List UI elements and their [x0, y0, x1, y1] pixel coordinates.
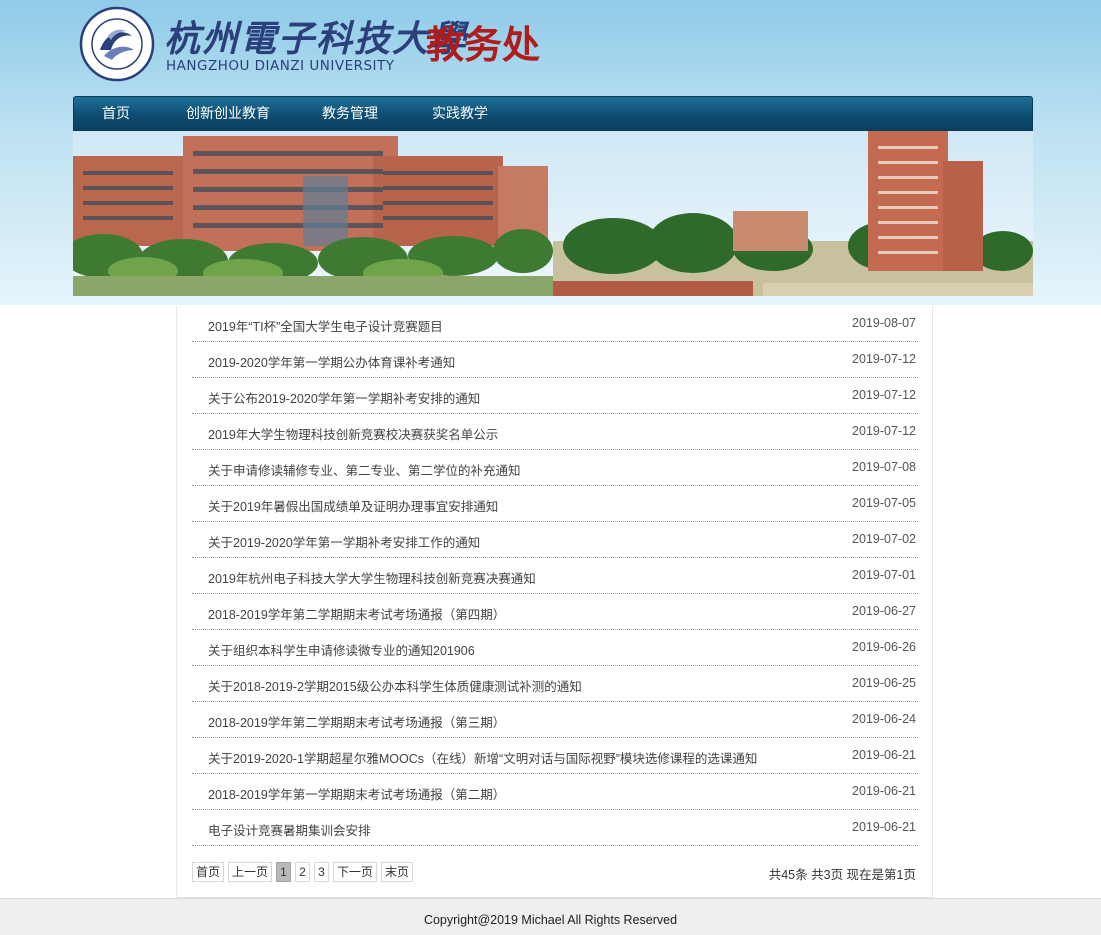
- news-title-link[interactable]: 关于2019年暑假出国成绩单及证明办理事宜安排通知: [208, 496, 498, 515]
- news-title-link[interactable]: 关于2019-2020学年第一学期补考安排工作的通知: [208, 532, 480, 551]
- list-item: 关于申请修读辅修专业、第二专业、第二学位的补充通知 2019-07-08: [192, 450, 918, 486]
- news-title-link[interactable]: 关于2018-2019-2学期2015级公办本科学生体质健康测试补测的通知: [208, 676, 582, 695]
- news-date: 2019-06-24: [852, 712, 916, 726]
- first-page-button[interactable]: 首页: [192, 862, 224, 882]
- main-nav: 首页 创新创业教育 教务管理 实践教学: [73, 96, 1033, 131]
- list-item: 2018-2019学年第二学期期末考试考场通报（第四期） 2019-06-27: [192, 594, 918, 630]
- list-item: 关于公布2019-2020学年第一学期补考安排的通知 2019-07-12: [192, 378, 918, 414]
- list-item: 2019年“TI杯”全国大学生电子设计竞赛题目 2019-08-07: [192, 306, 918, 342]
- list-item: 关于2019-2020学年第一学期补考安排工作的通知 2019-07-02: [192, 522, 918, 558]
- news-title-link[interactable]: 2018-2019学年第一学期期末考试考场通报（第二期）: [208, 784, 505, 803]
- nav-item-home[interactable]: 首页: [102, 97, 130, 130]
- nav-item-innovation[interactable]: 创新创业教育: [186, 97, 270, 130]
- news-date: 2019-06-26: [852, 640, 916, 654]
- university-logo[interactable]: 杭州電子科技大學 HANGZHOU DIANZI UNIVERSITY 教务处: [78, 6, 558, 82]
- news-title-link[interactable]: 关于2019-2020-1学期超星尔雅MOOCs（在线）新增“文明对话与国际视野…: [208, 748, 757, 767]
- campus-banner-image: [73, 131, 1033, 296]
- list-item: 电子设计竞赛暑期集训会安排 2019-06-21: [192, 810, 918, 846]
- news-date: 2019-07-12: [852, 424, 916, 438]
- news-title-link[interactable]: 2019年杭州电子科技大学大学生物理科技创新竞赛决赛通知: [208, 568, 536, 587]
- news-date: 2019-06-21: [852, 784, 916, 798]
- news-date: 2019-06-21: [852, 748, 916, 762]
- news-title-link[interactable]: 2019年“TI杯”全国大学生电子设计竞赛题目: [208, 316, 443, 335]
- news-title-link[interactable]: 2018-2019学年第二学期期末考试考场通报（第三期）: [208, 712, 505, 731]
- nav-item-practice[interactable]: 实践教学: [432, 97, 488, 130]
- news-title-link[interactable]: 2019-2020学年第一学期公办体育课补考通知: [208, 352, 455, 371]
- list-item: 2018-2019学年第一学期期末考试考场通报（第二期） 2019-06-21: [192, 774, 918, 810]
- news-date: 2019-07-12: [852, 388, 916, 402]
- page-button-1[interactable]: 1: [276, 862, 291, 882]
- pagination: 首页 上一页 1 2 3 下一页 末页 共45条 共3页 现在是第1页: [192, 861, 918, 883]
- page-button-2[interactable]: 2: [295, 862, 310, 882]
- list-item: 关于2018-2019-2学期2015级公办本科学生体质健康测试补测的通知 20…: [192, 666, 918, 702]
- page-button-3[interactable]: 3: [314, 862, 329, 882]
- list-item: 关于2019年暑假出国成绩单及证明办理事宜安排通知 2019-07-05: [192, 486, 918, 522]
- footer: Copyright@2019 Michael All Rights Reserv…: [0, 898, 1101, 935]
- news-date: 2019-07-01: [852, 568, 916, 582]
- university-seal-icon: [78, 6, 156, 82]
- prev-page-button[interactable]: 上一页: [228, 862, 272, 882]
- list-item: 关于2019-2020-1学期超星尔雅MOOCs（在线）新增“文明对话与国际视野…: [192, 738, 918, 774]
- news-date: 2019-06-21: [852, 820, 916, 834]
- news-date: 2019-07-08: [852, 460, 916, 474]
- news-title-link[interactable]: 2018-2019学年第二学期期末考试考场通报（第四期）: [208, 604, 505, 623]
- news-title-link[interactable]: 2019年大学生物理科技创新竞赛校决赛获奖名单公示: [208, 424, 498, 443]
- news-title-link[interactable]: 关于公布2019-2020学年第一学期补考安排的通知: [208, 388, 480, 407]
- department-title: 教务处: [426, 22, 541, 67]
- list-item: 2019年大学生物理科技创新竞赛校决赛获奖名单公示 2019-07-12: [192, 414, 918, 450]
- news-title-link[interactable]: 关于组织本科学生申请修读微专业的通知201906: [208, 640, 475, 659]
- list-item: 关于组织本科学生申请修读微专业的通知201906 2019-06-26: [192, 630, 918, 666]
- last-page-button[interactable]: 末页: [381, 862, 413, 882]
- news-date: 2019-07-12: [852, 352, 916, 366]
- university-name-en: HANGZHOU DIANZI UNIVERSITY: [166, 58, 395, 74]
- news-title-link[interactable]: 电子设计竞赛暑期集训会安排: [208, 820, 371, 839]
- university-name-cn: 杭州電子科技大學: [164, 18, 469, 60]
- news-date: 2019-06-27: [852, 604, 916, 618]
- news-date: 2019-07-02: [852, 532, 916, 546]
- news-list-panel: 2019年“TI杯”全国大学生电子设计竞赛题目 2019-08-07 2019-…: [176, 306, 933, 898]
- news-date: 2019-06-25: [852, 676, 916, 690]
- news-date: 2019-07-05: [852, 496, 916, 510]
- news-title-link[interactable]: 关于申请修读辅修专业、第二专业、第二学位的补充通知: [208, 460, 521, 479]
- copyright-text: Copyright@2019 Michael All Rights Reserv…: [423, 913, 678, 927]
- next-page-button[interactable]: 下一页: [333, 862, 377, 882]
- list-item: 2019-2020学年第一学期公办体育课补考通知 2019-07-12: [192, 342, 918, 378]
- nav-item-academic-affairs[interactable]: 教务管理: [322, 97, 378, 130]
- pagination-info: 共45条 共3页 现在是第1页: [768, 868, 916, 882]
- news-date: 2019-08-07: [852, 316, 916, 330]
- list-item: 2019年杭州电子科技大学大学生物理科技创新竞赛决赛通知 2019-07-01: [192, 558, 918, 594]
- list-item: 2018-2019学年第二学期期末考试考场通报（第三期） 2019-06-24: [192, 702, 918, 738]
